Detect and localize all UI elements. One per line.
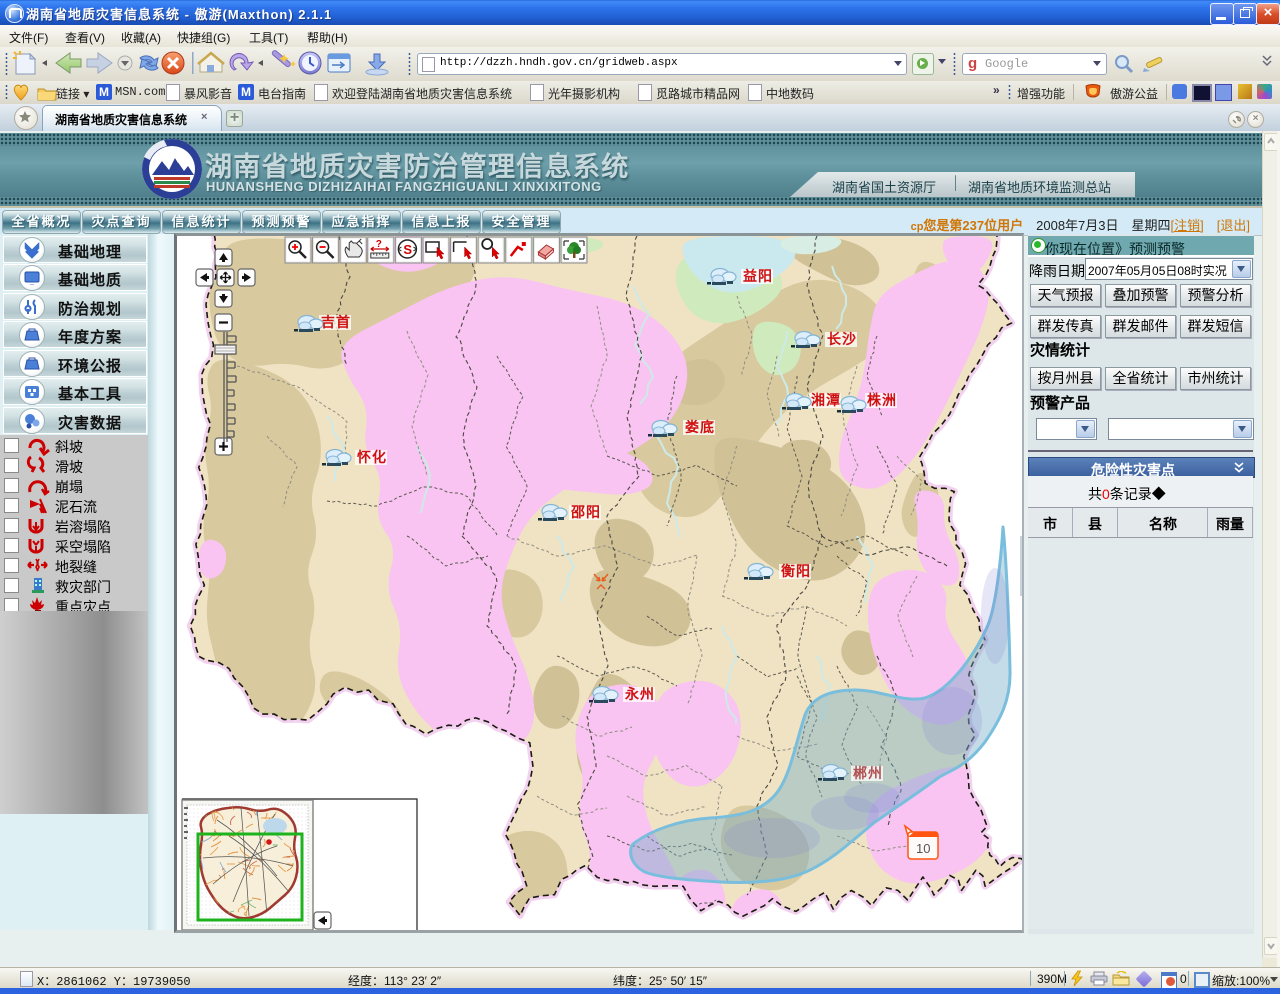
- svg-text:怀化: 怀化: [357, 449, 387, 465]
- svg-text:10: 10: [916, 841, 930, 856]
- svg-text:郴州: 郴州: [853, 765, 883, 781]
- svg-text:长沙: 长沙: [827, 331, 857, 347]
- svg-text:湘潭: 湘潭: [811, 392, 841, 408]
- svg-text:娄底: 娄底: [685, 419, 715, 435]
- svg-text:株洲: 株洲: [867, 392, 897, 408]
- svg-text:邵阳: 邵阳: [570, 504, 601, 520]
- svg-text:?: ?: [376, 239, 382, 250]
- svg-text:永州: 永州: [624, 686, 655, 702]
- svg-text:S: S: [403, 242, 412, 257]
- svg-text:衡阳: 衡阳: [781, 563, 811, 579]
- svg-text:益阳: 益阳: [743, 268, 773, 284]
- svg-text:吉首: 吉首: [321, 314, 351, 330]
